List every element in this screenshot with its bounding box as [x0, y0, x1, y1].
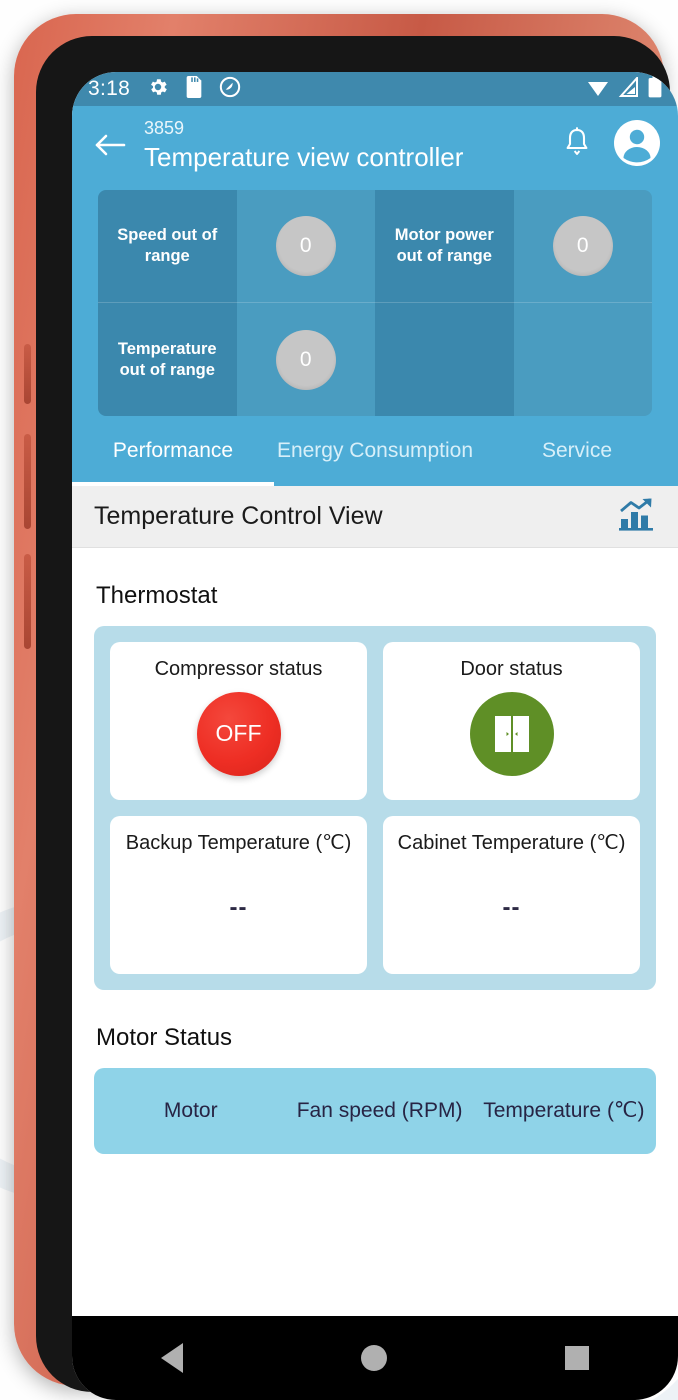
card-label: Compressor status — [154, 658, 323, 680]
thermostat-panel: Compressor status OFF Door status Backup… — [94, 626, 656, 990]
tab-performance[interactable]: Performance — [72, 416, 274, 486]
section-title-motor-status: Motor Status — [96, 1024, 233, 1051]
alert-badge: 0 — [275, 329, 336, 390]
column-header-motor: Motor — [163, 1099, 218, 1122]
motor-status-table-header: Motor Fan speed (RPM) Temperature (℃) — [94, 1068, 656, 1154]
page-title: Temperature view controller — [144, 142, 464, 172]
signal-icon — [618, 74, 640, 102]
phone-volume-up-button[interactable] — [24, 434, 31, 529]
recents-nav-icon[interactable] — [565, 1346, 589, 1370]
alert-value-temperature: 0 — [236, 303, 375, 416]
alert-value-speed: 0 — [236, 190, 375, 303]
alert-label-temperature: Temperature out of range — [98, 303, 237, 416]
android-nav-bar — [72, 1316, 678, 1400]
alert-label-motor-power: Motor power out of range — [375, 190, 514, 303]
phone-bezel: 3:18 3859 Temperature view controller Sp… — [36, 36, 678, 1400]
tab-bar: Performance Energy Consumption Service — [72, 416, 678, 486]
phone-screen: 3:18 3859 Temperature view controller Sp… — [72, 72, 678, 1400]
status-bar: 3:18 — [72, 72, 678, 106]
card-label: Cabinet Temperature (℃) — [397, 832, 626, 854]
card-backup-temperature[interactable]: Backup Temperature (℃) -- — [110, 816, 367, 974]
cabinet-temperature-value: -- — [502, 893, 521, 921]
app-bar-actions — [562, 119, 660, 171]
phone-side-button[interactable] — [24, 344, 31, 404]
bar-chart-icon[interactable] — [618, 497, 656, 536]
battery-icon — [648, 75, 662, 103]
gear-icon — [147, 76, 169, 103]
card-door-status[interactable]: Door status — [383, 642, 640, 800]
card-label: Backup Temperature (℃) — [125, 832, 352, 854]
column-header-temperature: Temperature (℃) — [483, 1099, 645, 1122]
alert-cell-empty — [375, 303, 514, 416]
status-bar-clock: 3:18 — [88, 77, 131, 100]
screenshot-canvas: 3:18 3859 Temperature view controller Sp… — [0, 0, 678, 1400]
bell-icon[interactable] — [562, 126, 592, 165]
backup-temperature-value: -- — [229, 893, 248, 921]
section-title-thermostat: Thermostat — [96, 582, 218, 609]
view-title-bar: Temperature Control View — [72, 486, 678, 548]
alert-cell-empty — [513, 303, 652, 416]
card-body — [469, 683, 554, 784]
alert-value-motor-power: 0 — [513, 190, 652, 303]
account-avatar-icon[interactable] — [614, 119, 660, 171]
compressor-status-indicator: OFF — [196, 691, 281, 776]
app-bar-titles: 3859 Temperature view controller — [144, 116, 554, 174]
card-label: Door status — [460, 658, 563, 680]
phone-volume-down-button[interactable] — [24, 554, 31, 649]
view-title: Temperature Control View — [94, 502, 383, 530]
tab-energy-consumption[interactable]: Energy Consumption — [274, 416, 476, 486]
app-bar: 3859 Temperature view controller — [72, 106, 678, 190]
home-nav-icon[interactable] — [361, 1345, 387, 1371]
do-not-disturb-icon — [219, 76, 241, 103]
alert-badge: 0 — [552, 216, 613, 276]
alert-badge: 0 — [275, 216, 336, 276]
wifi-icon — [586, 77, 610, 102]
card-compressor-status[interactable]: Compressor status OFF — [110, 642, 367, 800]
alerts-grid: Speed out of range 0 Motor power out of … — [98, 190, 652, 416]
card-body: -- — [230, 857, 248, 958]
card-body: -- — [503, 857, 521, 958]
back-arrow-icon[interactable] — [90, 131, 130, 159]
alerts-section: Speed out of range 0 Motor power out of … — [72, 190, 678, 416]
card-body: OFF — [196, 683, 281, 784]
sd-card-icon — [184, 75, 204, 103]
phone-frame: 3:18 3859 Temperature view controller Sp… — [14, 14, 678, 1400]
card-cabinet-temperature[interactable]: Cabinet Temperature (℃) -- — [383, 816, 640, 974]
device-id: 3859 — [144, 118, 185, 138]
column-header-fan-speed: Fan speed (RPM) — [296, 1099, 463, 1122]
tab-service[interactable]: Service — [476, 416, 678, 486]
status-bar-right-icons — [586, 74, 662, 103]
status-bar-left-icons — [147, 75, 241, 103]
content-area: Thermostat Compressor status OFF Door st… — [72, 582, 678, 1154]
alert-label-speed: Speed out of range — [98, 190, 237, 303]
thermostat-row-temperatures: Backup Temperature (℃) -- Cabinet Temper… — [110, 816, 640, 974]
closed-door-icon — [469, 691, 554, 776]
thermostat-row-status: Compressor status OFF Door status — [110, 642, 640, 800]
back-nav-icon[interactable] — [161, 1343, 183, 1373]
